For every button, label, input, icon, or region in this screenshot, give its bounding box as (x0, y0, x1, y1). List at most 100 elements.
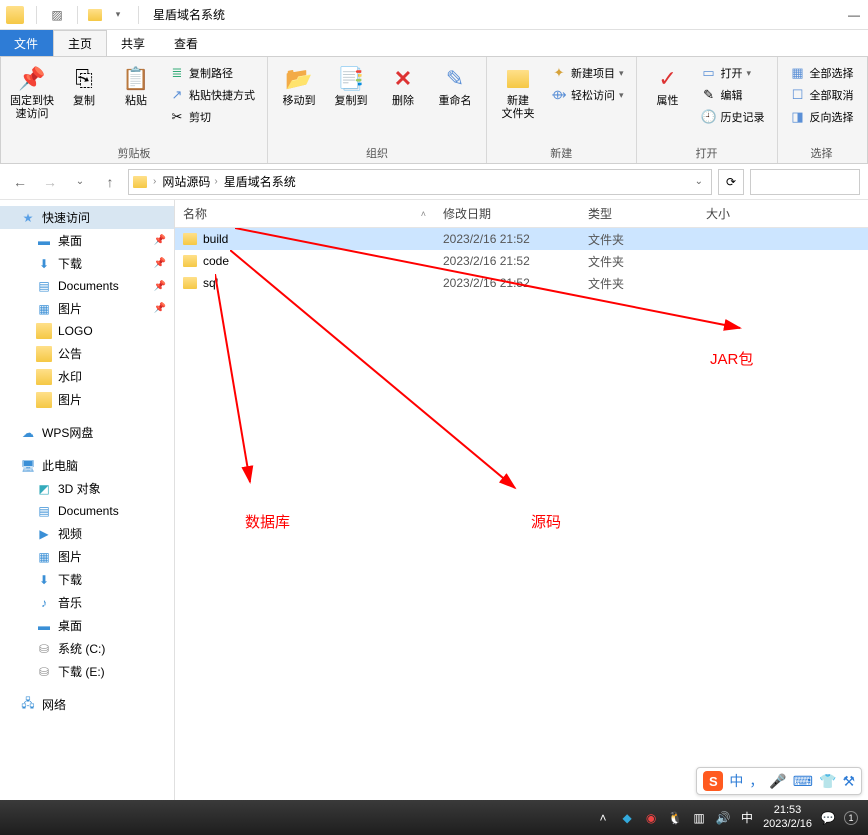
tree-documents2[interactable]: ▤Documents (0, 500, 174, 522)
delete-icon: ✕ (389, 65, 417, 93)
cut-button[interactable]: ✂ 剪切 (165, 107, 259, 127)
tree-network[interactable]: 🖧网络 (0, 693, 174, 716)
tray-volume-icon[interactable]: 🔊 (715, 810, 731, 826)
tree-thispc[interactable]: 🖥此电脑 (0, 454, 174, 477)
tree-desktop[interactable]: ▬桌面📌 (0, 229, 174, 252)
file-name: sql (203, 276, 218, 290)
folder-icon (36, 392, 52, 408)
tree-pictures2[interactable]: 图片 (0, 388, 174, 411)
refresh-button[interactable]: ⟳ (718, 169, 744, 195)
tree-pictures3[interactable]: ▦图片 (0, 545, 174, 568)
tray-app-icon[interactable]: ◉ (643, 810, 659, 826)
paste-button[interactable]: 📋 粘贴 (113, 61, 159, 108)
taskbar-clock[interactable]: 21:53 2023/2/16 (763, 804, 812, 830)
tree-wps[interactable]: ☁WPS网盘 (0, 421, 174, 444)
nav-up-button[interactable]: ↑ (98, 170, 122, 194)
sogou-icon[interactable]: S (703, 771, 723, 791)
search-input[interactable] (750, 169, 860, 195)
chevron-right-icon[interactable]: › (151, 176, 158, 187)
tree-3d[interactable]: ◩3D 对象 (0, 477, 174, 500)
history-button[interactable]: 🕘 历史记录 (697, 107, 769, 127)
action-center-icon[interactable]: 1 (844, 811, 858, 825)
col-date[interactable]: 修改日期 (435, 205, 580, 222)
tray-network-icon[interactable]: ▥ (691, 810, 707, 826)
easy-access-button[interactable]: ⟴ 轻松访问 ▾ (547, 85, 628, 105)
tree-dle[interactable]: ⛁下载 (E:) (0, 660, 174, 683)
ime-lang[interactable]: 中 (729, 771, 743, 791)
history-icon: 🕘 (701, 109, 717, 125)
file-row[interactable]: code2023/2/16 21:52文件夹 (175, 250, 868, 272)
tab-view[interactable]: 查看 (160, 30, 213, 56)
file-row[interactable]: sql2023/2/16 21:52文件夹 (175, 272, 868, 294)
nav-recent-chevron-icon[interactable]: ⌄ (68, 170, 92, 194)
ime-bar[interactable]: S 中 ， 🎤 ⌨ 👕 ⚒ (696, 767, 862, 795)
invert-icon: ◨ (790, 109, 806, 125)
tree-downloads2[interactable]: ⬇下载 (0, 568, 174, 591)
tree-gonggao[interactable]: 公告 (0, 342, 174, 365)
tray-security-icon[interactable]: ◆ (619, 810, 635, 826)
properties-big-button[interactable]: ✓ 属性 (645, 61, 691, 108)
tree-videos[interactable]: ▶视频 (0, 522, 174, 545)
ime-punct[interactable]: ， (749, 771, 763, 791)
tray-ime-icon[interactable]: 中 (739, 810, 755, 826)
col-type[interactable]: 类型 (580, 205, 698, 222)
tree-sysc[interactable]: ⛁系统 (C:) (0, 637, 174, 660)
nav-back-button[interactable]: ← (8, 170, 32, 194)
keyboard-icon[interactable]: ⌨ (793, 773, 813, 790)
minimize-button[interactable]: — (840, 0, 868, 30)
skin-icon[interactable]: 👕 (819, 773, 836, 790)
new-folder-button[interactable]: 新建 文件夹 (495, 61, 541, 121)
open-button[interactable]: ▭ 打开 ▾ (697, 63, 769, 83)
breadcrumb-box[interactable]: › 网站源码› 星盾域名系统 ⌄ (128, 169, 712, 195)
cloud-icon: ☁ (20, 425, 36, 441)
mic-icon[interactable]: 🎤 (769, 773, 786, 790)
qat-menu-chevron-icon[interactable]: ▾ (108, 5, 128, 25)
rename-button[interactable]: ✎ 重命名 (432, 61, 478, 108)
col-name[interactable]: 名称˄ (175, 205, 435, 222)
delete-button[interactable]: ✕ 删除 (380, 61, 426, 108)
toolbox-icon[interactable]: ⚒ (842, 773, 855, 790)
tree-music[interactable]: ♪音乐 (0, 591, 174, 614)
desktop-icon: ▬ (36, 618, 52, 634)
paste-shortcut-button[interactable]: ↗ 粘贴快捷方式 (165, 85, 259, 105)
breadcrumb-item[interactable]: 星盾域名系统 (224, 173, 296, 190)
tree-pictures[interactable]: ▦图片📌 (0, 297, 174, 320)
tree-documents[interactable]: ▤Documents📌 (0, 275, 174, 297)
breadcrumb-item[interactable]: 网站源码› (162, 173, 219, 190)
tree-logo[interactable]: LOGO (0, 320, 174, 342)
new-item-icon: ✦ (551, 65, 567, 81)
move-to-button[interactable]: 📂 移动到 (276, 61, 322, 108)
quick-access-toolbar: ▨ ▾ (28, 5, 147, 25)
new-item-button[interactable]: ✦ 新建项目 ▾ (547, 63, 628, 83)
edit-button[interactable]: ✎ 编辑 (697, 85, 769, 105)
chevron-right-icon[interactable]: › (212, 176, 219, 187)
nav-tree: ★快速访问 ▬桌面📌 ⬇下载📌 ▤Documents📌 ▦图片📌 LOGO 公告… (0, 200, 175, 800)
copy-path-button[interactable]: ≣ 复制路径 (165, 63, 259, 83)
file-date: 2023/2/16 21:52 (435, 254, 580, 268)
edit-icon: ✎ (701, 87, 717, 103)
pin-quick-access-button[interactable]: 📌 固定到快 速访问 (9, 61, 55, 121)
tree-shuiyin[interactable]: 水印 (0, 365, 174, 388)
copy-to-button[interactable]: 📑 复制到 (328, 61, 374, 108)
qat-properties-icon[interactable]: ▨ (47, 5, 67, 25)
invert-selection-button[interactable]: ◨ 反向选择 (786, 107, 858, 127)
tree-desktop2[interactable]: ▬桌面 (0, 614, 174, 637)
select-all-button[interactable]: ▦ 全部选择 (786, 63, 858, 83)
tab-share[interactable]: 共享 (107, 30, 160, 56)
breadcrumb-dropdown-icon[interactable]: ⌄ (695, 176, 707, 187)
qat-folder-icon[interactable] (88, 9, 102, 21)
tab-home[interactable]: 主页 (53, 30, 107, 56)
file-type: 文件夹 (580, 231, 698, 248)
tree-quick-access[interactable]: ★快速访问 (0, 206, 174, 229)
ribbon-group-select: ▦ 全部选择 ☐ 全部取消 ◨ 反向选择 选择 (778, 57, 866, 163)
notifications-icon[interactable]: 💬 (820, 810, 836, 826)
file-row[interactable]: build2023/2/16 21:52文件夹 (175, 228, 868, 250)
copy-button[interactable]: ⎘ 复制 (61, 61, 107, 108)
tab-file[interactable]: 文件 (0, 30, 53, 56)
tree-downloads[interactable]: ⬇下载📌 (0, 252, 174, 275)
nav-forward-button[interactable]: → (38, 170, 62, 194)
tray-chevron-up-icon[interactable]: ˄ (595, 810, 611, 826)
col-size[interactable]: 大小 (698, 205, 868, 222)
tray-qq-icon[interactable]: 🐧 (667, 810, 683, 826)
select-none-button[interactable]: ☐ 全部取消 (786, 85, 858, 105)
